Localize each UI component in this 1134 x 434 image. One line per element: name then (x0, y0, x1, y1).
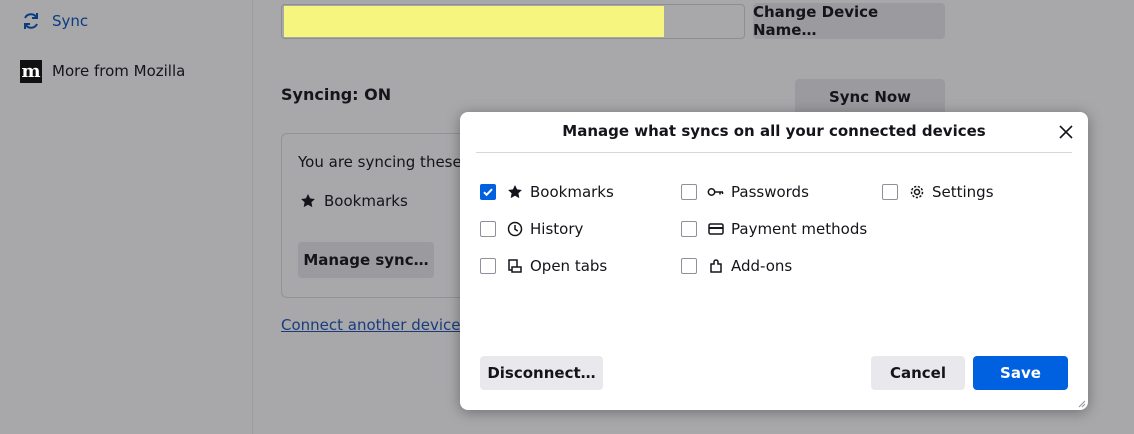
star-icon (301, 194, 315, 208)
option-label: Open tabs (530, 257, 608, 275)
history-checkbox[interactable] (480, 221, 496, 237)
resize-grip-icon[interactable] (1076, 398, 1086, 408)
synced-item: Bookmarks (300, 192, 408, 210)
sync-option-bookmarks[interactable]: Bookmarks (480, 181, 614, 203)
sync-option-open-tabs[interactable]: Open tabs (480, 255, 607, 277)
sidebar-item-label: More from Mozilla (52, 62, 186, 80)
sidebar-item-sync[interactable]: Sync (20, 10, 88, 32)
option-label: History (530, 220, 584, 238)
open-tabs-checkbox[interactable] (480, 258, 496, 274)
sync-summary-box: You are syncing these ite Bookmarks Mana… (281, 133, 486, 298)
disconnect-button[interactable]: Disconnect… (480, 356, 603, 390)
sync-now-button[interactable]: Sync Now (795, 79, 945, 115)
gear-icon (908, 183, 926, 201)
sync-icon (20, 10, 42, 32)
passwords-checkbox[interactable] (681, 184, 697, 200)
option-label: Add-ons (731, 257, 793, 275)
synced-item-label: Bookmarks (324, 192, 408, 210)
star-icon (506, 183, 524, 201)
syncing-status-title: Syncing: ON (281, 85, 392, 104)
close-icon[interactable] (1056, 122, 1076, 142)
connect-another-device-link[interactable]: Connect another device (281, 316, 461, 334)
tabs-icon (506, 257, 524, 275)
sync-option-settings[interactable]: Settings (882, 181, 994, 203)
bookmarks-checkbox[interactable] (480, 184, 496, 200)
dialog-divider (476, 152, 1072, 153)
option-label: Passwords (731, 183, 809, 201)
option-label: Settings (932, 183, 994, 201)
redacted-highlight (284, 6, 664, 37)
settings-checkbox[interactable] (882, 184, 898, 200)
sync-intro-text: You are syncing these ite (298, 153, 486, 171)
key-icon (707, 183, 725, 201)
sidebar: Sync m More from Mozilla (0, 0, 253, 434)
add-ons-checkbox[interactable] (681, 258, 697, 274)
manage-sync-button[interactable]: Manage sync… (298, 242, 434, 278)
change-device-name-button[interactable]: Change Device Name… (753, 3, 945, 39)
cancel-button[interactable]: Cancel (871, 356, 965, 390)
sync-option-history[interactable]: History (480, 218, 583, 240)
puzzle-icon (707, 257, 725, 275)
credit-card-icon (707, 220, 725, 238)
dialog-title: Manage what syncs on all your connected … (562, 122, 986, 140)
sync-option-payment-methods[interactable]: Payment methods (681, 218, 867, 240)
device-name-field[interactable] (281, 4, 745, 39)
option-label: Bookmarks (530, 183, 614, 201)
option-label: Payment methods (731, 220, 868, 238)
sync-option-add-ons[interactable]: Add-ons (681, 255, 792, 277)
clock-icon (506, 220, 524, 238)
sync-option-passwords[interactable]: Passwords (681, 181, 809, 203)
sidebar-item-more-from-mozilla[interactable]: m More from Mozilla (20, 59, 186, 83)
sidebar-item-label: Sync (52, 12, 89, 30)
save-button[interactable]: Save (973, 356, 1068, 390)
manage-sync-dialog: Manage what syncs on all your connected … (460, 112, 1088, 410)
payment-methods-checkbox[interactable] (681, 221, 697, 237)
mozilla-logo-icon: m (20, 59, 42, 83)
